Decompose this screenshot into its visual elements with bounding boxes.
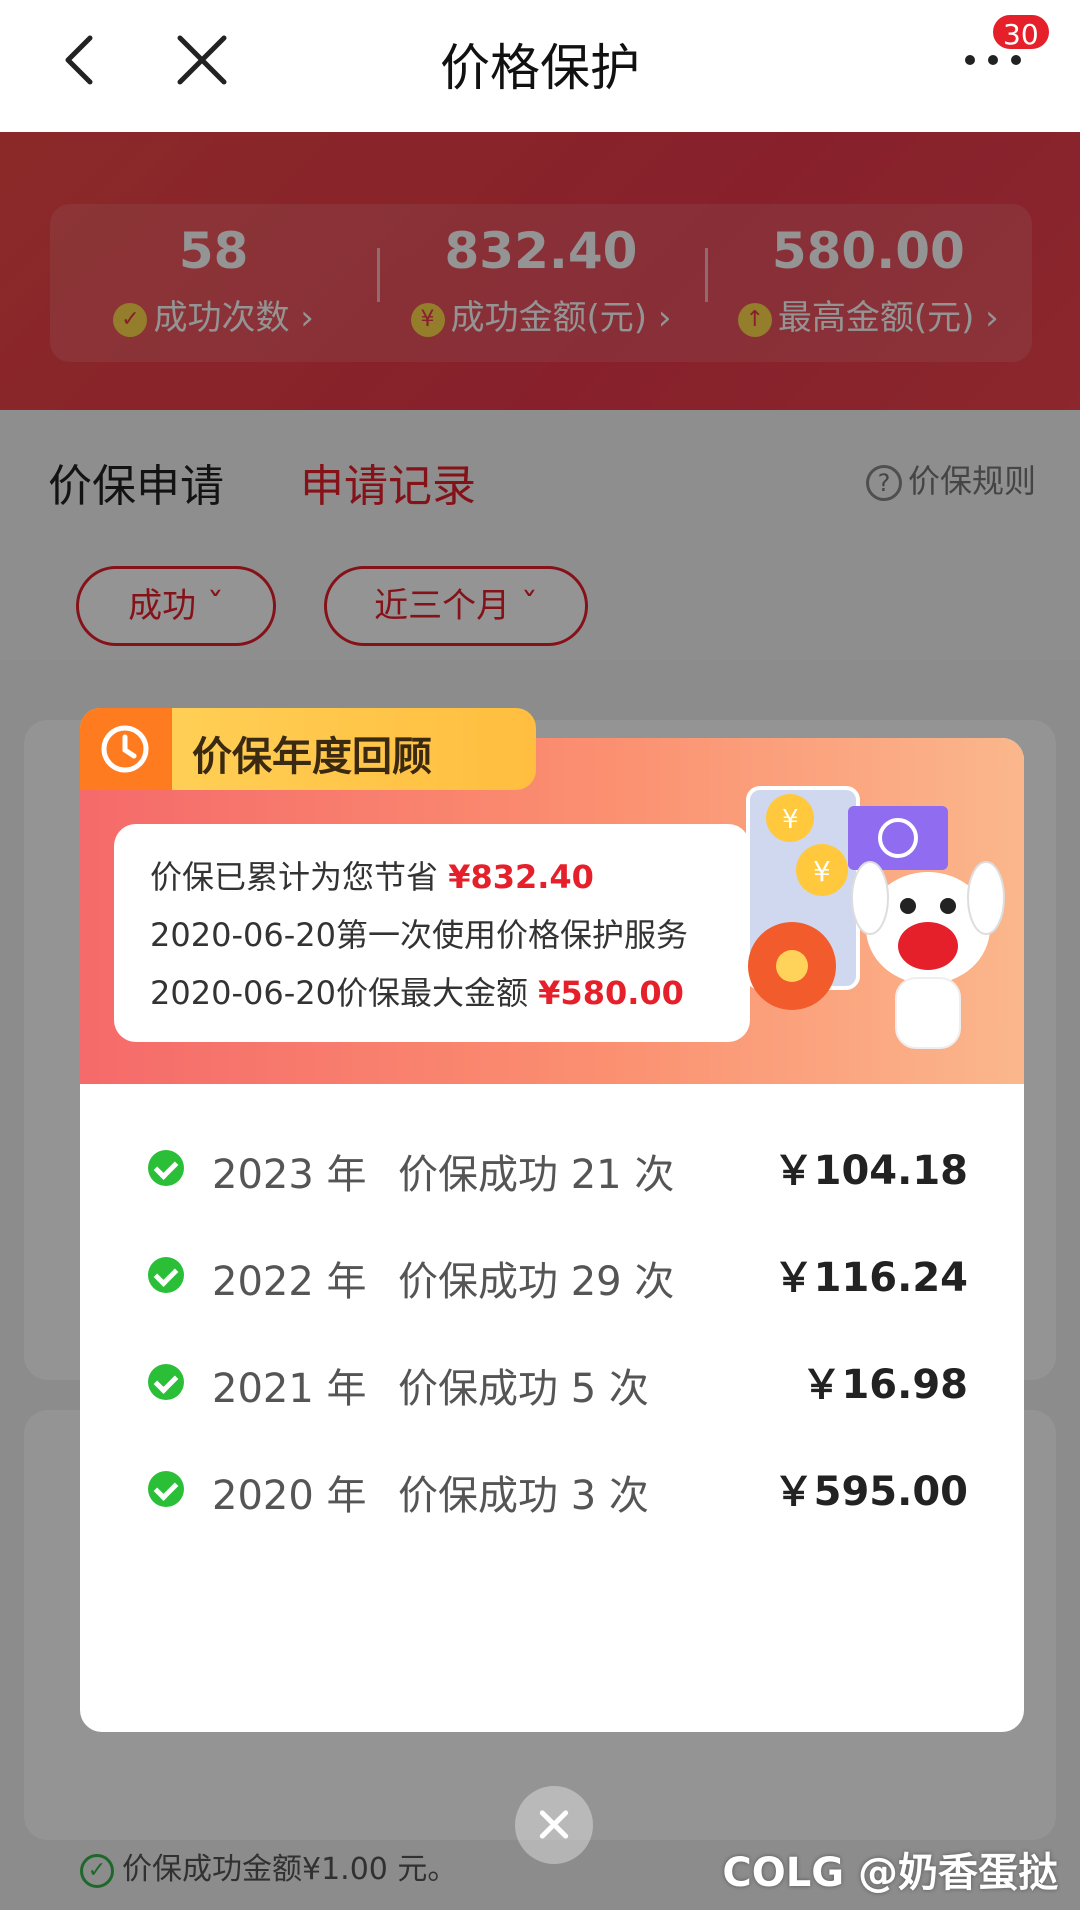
page-title: 价格保护	[440, 39, 640, 97]
year-row: 2020 年 价保成功 3 次 ￥595.00	[148, 1459, 968, 1519]
svg-text:¥: ¥	[782, 805, 799, 835]
message-count-badge: 30	[990, 12, 1052, 52]
mascot-illustration-icon: ¥ ¥	[746, 786, 1005, 1049]
success-count: 价保成功 3 次	[398, 1473, 649, 1519]
success-check-icon	[148, 1471, 184, 1507]
year-label: 2022 年	[212, 1259, 367, 1305]
savings-summary: 价保已累计为您节省 ¥832.40 2020-06-20第一次使用价格保护服务 …	[114, 824, 750, 1042]
year-label: 2023 年	[212, 1152, 367, 1198]
history-clock-icon	[101, 725, 149, 773]
success-count: 价保成功 29 次	[398, 1259, 675, 1305]
year-row: 2022 年 价保成功 29 次 ￥116.24	[148, 1245, 968, 1305]
year-label: 2021 年	[212, 1366, 367, 1412]
modal-title: 价保年度回顾	[192, 734, 432, 780]
year-amount: ￥104.18	[773, 1148, 968, 1194]
modal-title-ribbon: 价保年度回顾	[80, 708, 536, 790]
year-row: 2023 年 价保成功 21 次 ￥104.18	[148, 1138, 968, 1198]
modal-close-button[interactable]	[515, 1786, 593, 1864]
success-check-icon	[148, 1364, 184, 1400]
watermark-text: COLG @奶香蛋挞	[722, 1850, 1058, 1896]
success-check-icon	[148, 1150, 184, 1186]
summary-max-amount: 2020-06-20价保最大金额 ¥580.00	[150, 974, 684, 1012]
success-count: 价保成功 21 次	[398, 1152, 675, 1198]
summary-first-use: 2020-06-20第一次使用价格保护服务	[150, 916, 688, 954]
year-row: 2021 年 价保成功 5 次 ￥16.98	[148, 1352, 968, 1412]
year-amount: ￥16.98	[801, 1362, 968, 1408]
annual-review-modal: 价保已累计为您节省 ¥832.40 2020-06-20第一次使用价格保护服务 …	[80, 738, 1024, 1732]
year-amount: ￥116.24	[773, 1255, 968, 1301]
summary-total-saved: 价保已累计为您节省 ¥832.40	[150, 858, 594, 896]
success-count: 价保成功 5 次	[398, 1366, 649, 1412]
svg-text:¥: ¥	[813, 855, 831, 888]
year-amount: ￥595.00	[773, 1469, 968, 1515]
year-label: 2020 年	[212, 1473, 367, 1519]
top-nav-bar: 价格保护 30	[0, 0, 1080, 132]
success-check-icon	[148, 1257, 184, 1293]
